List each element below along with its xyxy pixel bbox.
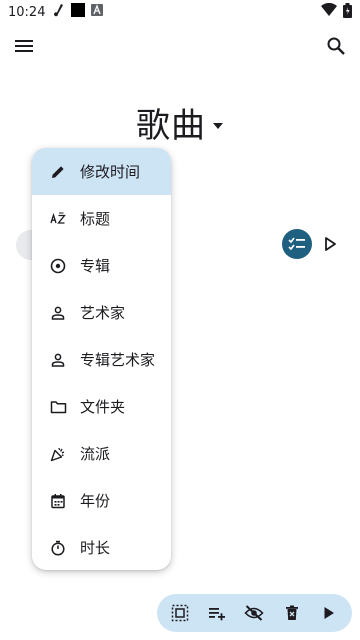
sort-item-folder[interactable]: 文件夹 [32, 383, 171, 430]
select-all-icon[interactable] [165, 598, 195, 628]
hamburger-menu-icon[interactable] [4, 26, 44, 66]
sort-item-label: 文件夹 [80, 398, 126, 416]
top-app-bar [0, 24, 360, 68]
sort-item-label: 标题 [80, 210, 111, 228]
sort-item-label: 年份 [80, 492, 111, 510]
visibility-off-icon[interactable] [239, 598, 269, 628]
music-note-icon [53, 3, 65, 21]
sort-item-label: 流派 [80, 445, 111, 463]
sort-item-artist[interactable]: 艺术家 [32, 289, 171, 336]
sort-az-icon [48, 209, 68, 229]
playlist-add-icon[interactable] [202, 598, 232, 628]
sort-item-label: 时长 [80, 539, 111, 557]
play-icon[interactable] [314, 598, 344, 628]
play-icon[interactable] [318, 232, 342, 256]
sort-item-label: 专辑艺术家 [80, 351, 156, 369]
timer-icon [48, 538, 68, 558]
person-icon [48, 350, 68, 370]
party-popper-icon [48, 444, 68, 464]
album-icon [48, 256, 68, 276]
bottom-toolbar [157, 594, 352, 632]
sort-item-title[interactable]: 标题 [32, 195, 171, 242]
sort-item-duration[interactable]: 时长 [32, 524, 171, 570]
person-icon [48, 303, 68, 323]
sort-item-album[interactable]: 专辑 [32, 242, 171, 289]
text-a-icon [91, 4, 104, 20]
pencil-icon [48, 162, 68, 182]
sort-item-genre[interactable]: 流派 [32, 430, 171, 477]
folder-icon [48, 397, 68, 417]
battery-icon [343, 2, 352, 22]
search-icon[interactable] [316, 26, 356, 66]
wifi-icon [321, 2, 337, 21]
sort-item-label: 艺术家 [80, 304, 126, 322]
sort-item-year[interactable]: 年份 [32, 477, 171, 524]
sort-item-album-artist[interactable]: 专辑艺术家 [32, 336, 171, 383]
black-square-icon [71, 3, 86, 21]
arrow-drop-down-icon [212, 115, 224, 134]
title-selector[interactable]: 歌曲 [0, 98, 360, 146]
page-title: 歌曲 [136, 105, 206, 146]
calendar-icon [48, 491, 68, 511]
sort-menu: 修改时间 标题 专辑 艺术家 专辑艺术家 文件夹 流派 年份 时长 [32, 148, 171, 570]
status-time: 10:24 [8, 4, 46, 20]
delete-icon[interactable] [277, 598, 307, 628]
sort-item-modified[interactable]: 修改时间 [32, 148, 171, 195]
checklist-icon[interactable] [282, 229, 312, 259]
sort-item-label: 专辑 [80, 257, 111, 275]
status-bar: 10:24 [0, 0, 360, 24]
sort-item-label: 修改时间 [80, 163, 141, 181]
